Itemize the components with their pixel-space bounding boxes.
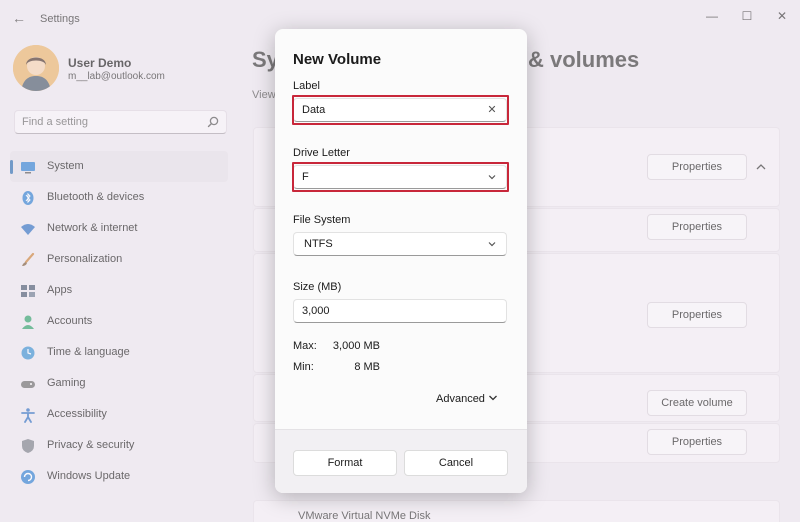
label-field-label: Label bbox=[293, 80, 320, 92]
format-button[interactable]: Format bbox=[293, 450, 397, 476]
size-input-value: 3,000 bbox=[302, 305, 330, 317]
dialog-title: New Volume bbox=[293, 51, 382, 68]
new-volume-dialog: New Volume Label Data ✕ Drive Letter F F… bbox=[275, 29, 527, 493]
chevron-down-icon[interactable] bbox=[487, 391, 499, 405]
max-value: 3,000 MB bbox=[332, 340, 380, 352]
highlight-box bbox=[292, 95, 509, 125]
highlight-box bbox=[292, 162, 509, 192]
max-key: Max: bbox=[293, 340, 317, 352]
chevron-down-icon bbox=[488, 242, 496, 247]
file-system-select[interactable]: NTFS bbox=[293, 232, 507, 256]
min-key: Min: bbox=[293, 361, 314, 373]
file-system-value: NTFS bbox=[304, 238, 333, 250]
file-system-label: File System bbox=[293, 214, 351, 226]
min-value: 8 MB bbox=[354, 361, 380, 373]
size-label: Size (MB) bbox=[293, 281, 342, 293]
dialog-footer: Format Cancel bbox=[275, 429, 527, 493]
cancel-button[interactable]: Cancel bbox=[404, 450, 508, 476]
size-input[interactable]: 3,000 bbox=[293, 299, 507, 323]
drive-letter-label: Drive Letter bbox=[293, 147, 350, 159]
advanced-toggle[interactable]: Advanced bbox=[436, 393, 485, 405]
